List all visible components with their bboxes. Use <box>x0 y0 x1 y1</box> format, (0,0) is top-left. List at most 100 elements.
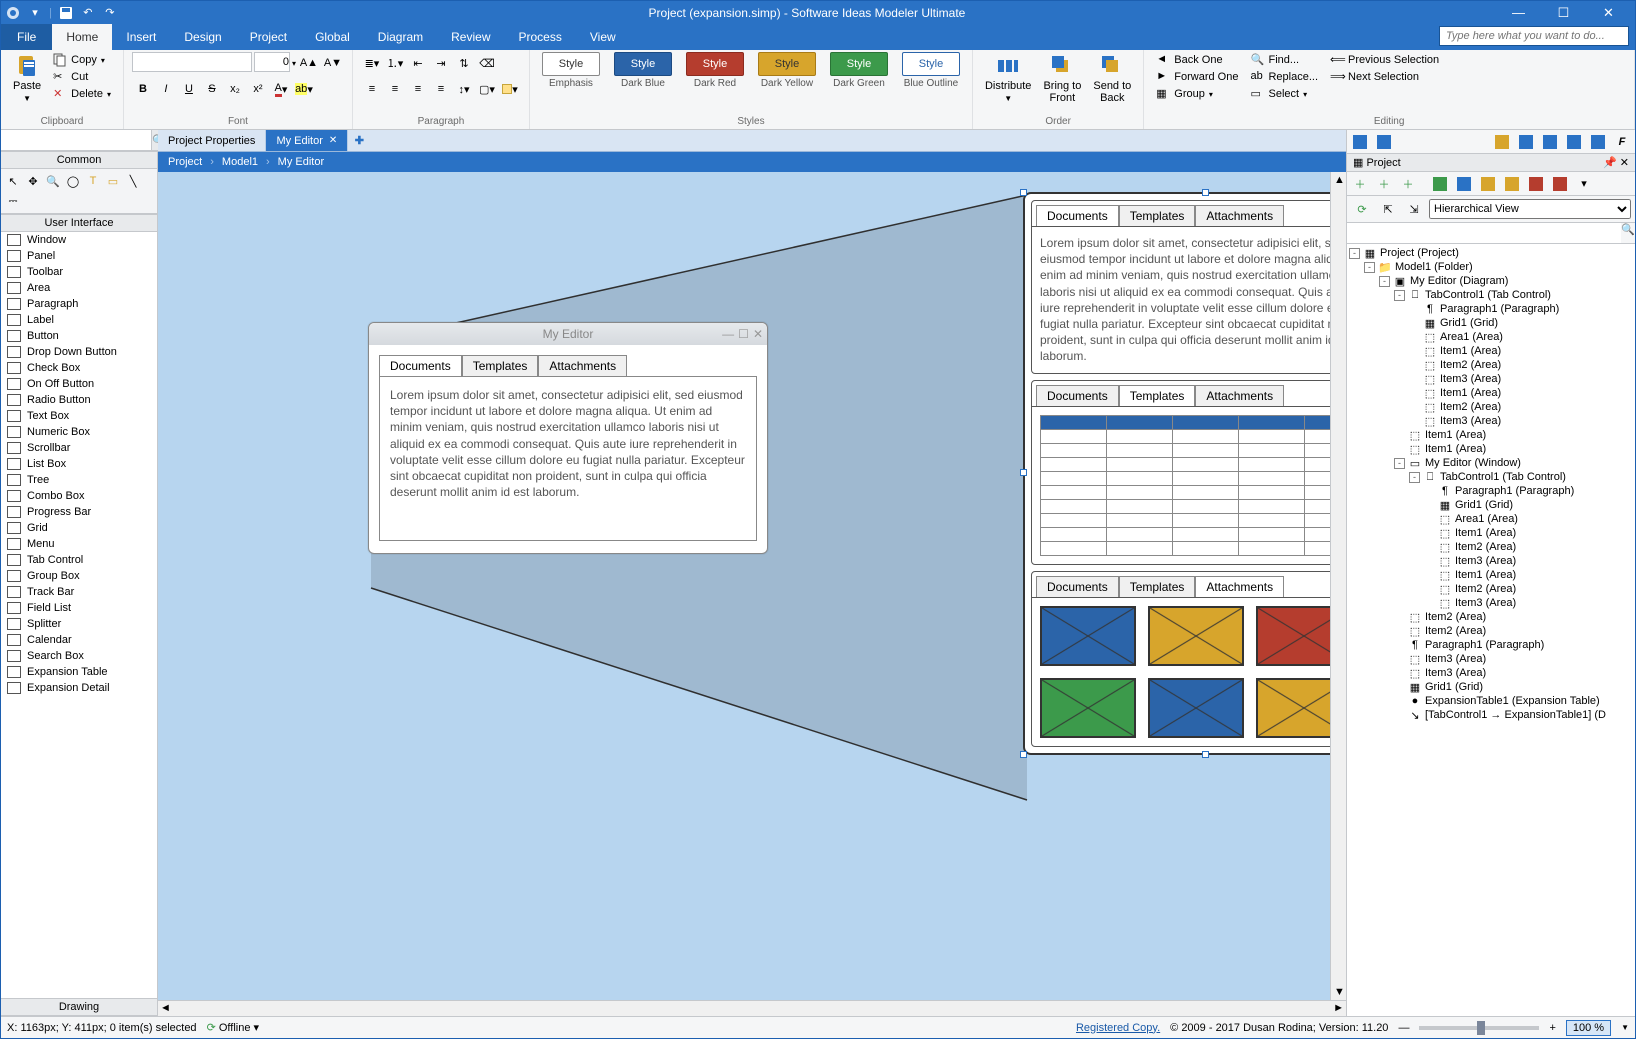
tree-node[interactable]: ⬚Item3 (Area) <box>1349 652 1633 666</box>
pt-2[interactable] <box>1453 173 1475 195</box>
toolbox-item-track-bar[interactable]: Track Bar <box>1 584 157 600</box>
zoom-tool-icon[interactable]: 🔍 <box>44 172 62 190</box>
indent-icon[interactable]: ⇥ <box>430 52 452 74</box>
zoom-out-button[interactable]: — <box>1398 1022 1409 1034</box>
highlight-icon[interactable]: ab▾ <box>293 78 315 100</box>
tree-expander-icon[interactable]: - <box>1394 458 1405 469</box>
tell-me-input[interactable] <box>1439 26 1629 46</box>
toolbox-item-menu[interactable]: Menu <box>1 536 157 552</box>
tree-node[interactable]: ⬚Item3 (Area) <box>1349 596 1633 610</box>
toolbox-item-text-box[interactable]: Text Box <box>1 408 157 424</box>
ribbon-tab-design[interactable]: Design <box>170 24 235 50</box>
tree-node[interactable]: ¶Paragraph1 (Paragraph) <box>1349 302 1633 316</box>
tree-node[interactable]: ↘[TabControl1 → ExpansionTable1] (D <box>1349 708 1633 722</box>
toolbox-item-numeric-box[interactable]: Numeric Box <box>1 424 157 440</box>
style-dark-red[interactable]: Style <box>686 52 744 76</box>
style-dark-blue[interactable]: Style <box>614 52 672 76</box>
font-size-combo[interactable] <box>254 52 290 72</box>
exp2-tab-documents[interactable]: Documents <box>1036 385 1119 406</box>
toolbox-item-paragraph[interactable]: Paragraph <box>1 296 157 312</box>
toolbox-item-expansion-table[interactable]: Expansion Table <box>1 664 157 680</box>
exp3-tab-documents[interactable]: Documents <box>1036 576 1119 597</box>
view-mode-select[interactable]: Hierarchical View <box>1429 199 1631 219</box>
add-diagram-icon[interactable]: ＋ <box>1397 173 1419 195</box>
pt-1[interactable] <box>1429 173 1451 195</box>
ribbon-tab-project[interactable]: Project <box>236 24 301 50</box>
pt-3[interactable] <box>1477 173 1499 195</box>
toolbox-item-label[interactable]: Label <box>1 312 157 328</box>
pt-4[interactable] <box>1501 173 1523 195</box>
tree-node[interactable]: ⬚Item1 (Area) <box>1349 344 1633 358</box>
tree-expander-icon[interactable]: - <box>1349 248 1360 259</box>
exp1-tab-attachments[interactable]: Attachments <box>1195 205 1284 226</box>
tree-search-input[interactable] <box>1347 223 1621 243</box>
zoom-slider[interactable] <box>1419 1026 1539 1030</box>
ribbon-tab-global[interactable]: Global <box>301 24 364 50</box>
exp1-tab-documents[interactable]: Documents <box>1036 205 1119 226</box>
toolbox-item-button[interactable]: Button <box>1 328 157 344</box>
toolbox-item-list-box[interactable]: List Box <box>1 456 157 472</box>
add-tab-button[interactable]: ✚ <box>348 130 370 151</box>
tree-expander-icon[interactable]: - <box>1364 262 1375 273</box>
style-dark-yellow[interactable]: Style <box>758 52 816 76</box>
pt-6[interactable] <box>1549 173 1571 195</box>
underline-icon[interactable]: U <box>178 78 200 100</box>
breadcrumb-item[interactable]: Model1 <box>222 156 258 168</box>
subscript-icon[interactable]: x₂ <box>224 78 246 100</box>
doc-tab-my-editor[interactable]: My Editor✕ <box>266 130 348 151</box>
pt-more[interactable]: ▾ <box>1573 173 1595 195</box>
back-one-button[interactable]: ◄Back One <box>1152 52 1242 68</box>
tree-node[interactable]: ¶Paragraph1 (Paragraph) <box>1349 638 1633 652</box>
ribbon-tab-view[interactable]: View <box>576 24 630 50</box>
tree-node[interactable]: ⬚Item1 (Area) <box>1349 568 1633 582</box>
distribute-button[interactable]: Distribute▼ <box>981 52 1035 105</box>
toolbox-item-expansion-detail[interactable]: Expansion Detail <box>1 680 157 696</box>
redo-icon[interactable]: ↷ <box>102 5 118 21</box>
style-blue-outline[interactable]: Style <box>902 52 960 76</box>
tree-node[interactable]: ⬚Item3 (Area) <box>1349 414 1633 428</box>
mock-window[interactable]: My Editor —☐✕ Documents Templates Attach… <box>368 322 768 554</box>
tree-node[interactable]: ⬚Item2 (Area) <box>1349 624 1633 638</box>
tree-node[interactable]: ⬚Item2 (Area) <box>1349 582 1633 596</box>
toolbox-item-field-list[interactable]: Field List <box>1 600 157 616</box>
toolbox-item-tree[interactable]: Tree <box>1 472 157 488</box>
tree-node[interactable]: ●ExpansionTable1 (Expansion Table) <box>1349 694 1633 708</box>
mock-close-icon[interactable]: ✕ <box>753 327 763 341</box>
tree-node[interactable]: ⬚Item3 (Area) <box>1349 372 1633 386</box>
tree-node[interactable]: -▦Project (Project) <box>1349 246 1633 260</box>
clear-format-icon[interactable]: ⌫ <box>476 52 498 74</box>
toolbox-item-on-off-button[interactable]: On Off Button <box>1 376 157 392</box>
ribbon-tab-process[interactable]: Process <box>505 24 576 50</box>
align-left-icon[interactable]: ≡ <box>361 78 383 100</box>
breadcrumb-item[interactable]: My Editor <box>278 156 324 168</box>
outdent-icon[interactable]: ⇤ <box>407 52 429 74</box>
mock-min-icon[interactable]: — <box>722 327 734 341</box>
ribbon-tab-insert[interactable]: Insert <box>112 24 170 50</box>
toolbox-group-common[interactable]: Common <box>1 151 157 169</box>
line-tool-icon[interactable]: ╲ <box>124 172 142 190</box>
tree-node[interactable]: ⬚Item2 (Area) <box>1349 540 1633 554</box>
zoom-dropdown[interactable]: ▼ <box>1621 1023 1629 1032</box>
tree-node[interactable]: ¶Paragraph1 (Paragraph) <box>1349 484 1633 498</box>
tree-node[interactable]: ⬚Item2 (Area) <box>1349 400 1633 414</box>
ribbon-tab-home[interactable]: Home <box>52 24 112 50</box>
attachment-thumb-5[interactable] <box>1148 678 1244 738</box>
superscript-icon[interactable]: x² <box>247 78 269 100</box>
font-family-combo[interactable] <box>132 52 252 72</box>
prev-selection-button[interactable]: ⟸Previous Selection <box>1326 52 1443 68</box>
panel-close-icon[interactable]: ✕ <box>1620 157 1629 169</box>
toolbox-item-group-box[interactable]: Group Box <box>1 568 157 584</box>
toolbox-item-splitter[interactable]: Splitter <box>1 616 157 632</box>
ribbon-tab-diagram[interactable]: Diagram <box>364 24 437 50</box>
exp1-tab-templates[interactable]: Templates <box>1119 205 1196 226</box>
next-selection-button[interactable]: ⟹Next Selection <box>1326 69 1443 85</box>
tree-node[interactable]: ⬚Item1 (Area) <box>1349 386 1633 400</box>
tree-node[interactable]: ⬚Item2 (Area) <box>1349 610 1633 624</box>
expand-icon[interactable]: ⇲ <box>1403 198 1425 220</box>
minimize-button[interactable]: — <box>1496 1 1541 24</box>
panel-btn-2[interactable] <box>1373 131 1395 153</box>
select-button[interactable]: ▭Select▾ <box>1246 86 1322 102</box>
refresh-icon[interactable]: ⟳ <box>1351 198 1373 220</box>
pin-icon[interactable]: 📌 <box>1603 157 1617 169</box>
align-center-icon[interactable]: ≡ <box>384 78 406 100</box>
